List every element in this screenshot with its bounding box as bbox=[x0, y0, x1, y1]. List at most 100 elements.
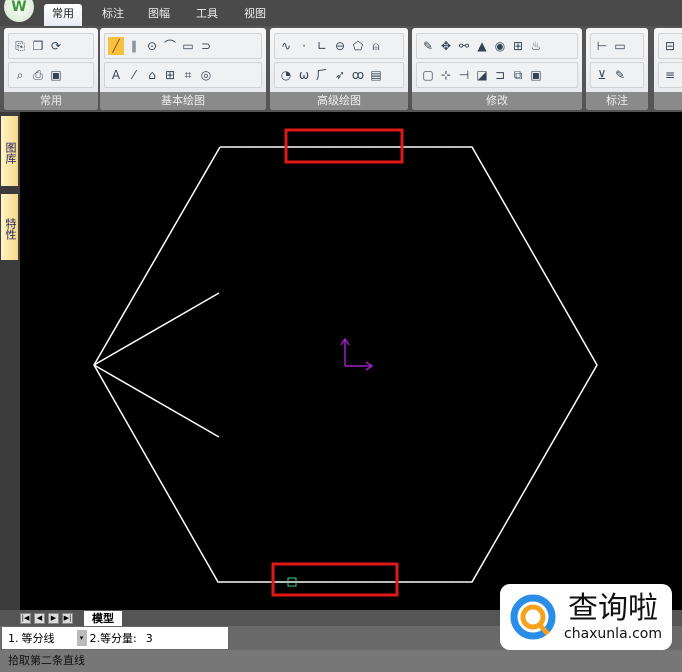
tool-icon[interactable]: ⊙ bbox=[144, 37, 160, 55]
tool-icon[interactable]: ▣ bbox=[48, 66, 64, 84]
tool-icon[interactable]: ⟳ bbox=[48, 37, 64, 55]
tool-icon[interactable]: ⌒ bbox=[162, 37, 178, 55]
tool-icon[interactable]: ◉ bbox=[492, 37, 508, 55]
ribbon-group-label bbox=[654, 92, 682, 110]
tool-icon[interactable]: ▣ bbox=[528, 66, 544, 84]
tool-icon[interactable]: ╱ bbox=[108, 37, 124, 55]
tool-icon[interactable]: ⧉ bbox=[510, 66, 526, 84]
tab-view[interactable]: 视图 bbox=[236, 4, 274, 26]
tool-icon[interactable]: ⊞ bbox=[510, 37, 526, 55]
tool-icon[interactable]: ⺁ bbox=[314, 66, 330, 84]
ucs-icon bbox=[340, 337, 374, 371]
watermark-url: chaxunla.com bbox=[564, 626, 662, 642]
side-tab-library[interactable]: 图库 bbox=[1, 116, 18, 186]
drawing bbox=[93, 128, 598, 597]
ribbon-group-label: 标注 bbox=[586, 92, 648, 110]
tool-icon[interactable]: ▤ bbox=[368, 66, 384, 84]
tab-model[interactable]: 模型 bbox=[84, 611, 122, 626]
side-tab-label: 图库 bbox=[4, 142, 17, 164]
title-bar: W 常用 标注 图幅 工具 视图 bbox=[0, 0, 682, 26]
tool-icon[interactable]: ≡ bbox=[662, 66, 678, 84]
side-panel: 图库 特性 bbox=[0, 112, 20, 610]
tool-icon[interactable]: ▭ bbox=[612, 37, 628, 55]
tool-icon[interactable]: ⊻ bbox=[594, 66, 610, 84]
tool-icon[interactable]: ⍝ bbox=[368, 37, 384, 55]
tool-icon[interactable]: ⎙ bbox=[30, 66, 46, 84]
tool-icon[interactable]: ⊖ bbox=[332, 37, 348, 55]
tool-icon[interactable]: ⊃ bbox=[198, 37, 214, 55]
option1-select[interactable]: 等分线 bbox=[22, 630, 74, 646]
tool-icon[interactable]: ∿ bbox=[278, 37, 294, 55]
ribbon-row: ✎ ✥ ⚯ ▲ ◉ ⊞ ♨ bbox=[416, 33, 578, 59]
ribbon-row: ≡ bbox=[658, 62, 682, 88]
tool-icon[interactable]: ⚯ bbox=[456, 37, 472, 55]
tool-icon[interactable]: ◪ bbox=[474, 66, 490, 84]
ribbon-group: ∿ · ∟ ⊖ ⬠ ⍝ ◔ ω ⺁ ➶ ꝏ ▤ 高级绘图 bbox=[270, 28, 408, 110]
ribbon-group: ╱ ∥ ⊙ ⌒ ▭ ⊃ A ⁄ ⌂ ⊞ ⌗ ◎ 基本绘图 bbox=[100, 28, 266, 110]
tool-icon[interactable]: ⬠ bbox=[350, 37, 366, 55]
option1-number: 1. bbox=[8, 631, 19, 645]
tool-icon[interactable]: ⊢ bbox=[594, 37, 610, 55]
divide-line-2 bbox=[93, 364, 220, 438]
ribbon-group-label: 高级绘图 bbox=[270, 92, 408, 110]
tool-icon[interactable]: ⌗ bbox=[180, 66, 196, 84]
tool-icon[interactable]: ⊞ bbox=[162, 66, 178, 84]
watermark: 查询啦 chaxunla.com bbox=[500, 584, 672, 650]
tool-icon[interactable]: ⎘ bbox=[12, 37, 28, 55]
tool-icon[interactable]: A bbox=[108, 66, 124, 84]
tool-icon[interactable]: ✎ bbox=[420, 37, 436, 55]
tool-icon[interactable]: ⊟ bbox=[662, 37, 678, 55]
next-tab-button[interactable]: ▶ bbox=[48, 613, 59, 624]
tool-icon[interactable]: ⌂ bbox=[144, 66, 160, 84]
tool-icon[interactable]: ∟ bbox=[314, 37, 330, 55]
tool-icon[interactable]: ∥ bbox=[126, 37, 142, 55]
drawing-canvas[interactable] bbox=[20, 112, 682, 610]
tool-icon[interactable]: ω bbox=[296, 66, 312, 84]
tool-icon[interactable]: ◔ bbox=[278, 66, 294, 84]
last-tab-button[interactable]: ▶| bbox=[62, 613, 73, 624]
tab-common[interactable]: 常用 bbox=[44, 4, 82, 26]
tool-icon[interactable]: ➶ bbox=[332, 66, 348, 84]
tool-icon[interactable]: ▢ bbox=[420, 66, 436, 84]
tool-icon[interactable]: ⊣ bbox=[456, 66, 472, 84]
ribbon-row: ◔ ω ⺁ ➶ ꝏ ▤ bbox=[274, 62, 404, 88]
tool-icon[interactable]: ꝏ bbox=[350, 66, 366, 84]
tool-icon[interactable]: ⁄ bbox=[126, 66, 142, 84]
tool-icon[interactable]: ✎ bbox=[612, 66, 628, 84]
watermark-logo-icon bbox=[510, 594, 556, 640]
ribbon-group-label: 常用 bbox=[4, 92, 98, 110]
tool-icon[interactable]: ✥ bbox=[438, 37, 454, 55]
side-tab-properties[interactable]: 特性 bbox=[1, 194, 18, 260]
status-bar: 拾取第二条直线 bbox=[0, 650, 682, 672]
ribbon-row: ╱ ∥ ⊙ ⌒ ▭ ⊃ bbox=[104, 33, 262, 59]
tab-tools[interactable]: 工具 bbox=[188, 4, 226, 26]
ribbon-row: A ⁄ ⌂ ⊞ ⌗ ◎ bbox=[104, 62, 262, 88]
ribbon-group-label: 基本绘图 bbox=[100, 92, 266, 110]
first-tab-button[interactable]: |◀ bbox=[20, 613, 31, 624]
option2-input[interactable]: 3 bbox=[146, 632, 153, 645]
tab-frame[interactable]: 图幅 bbox=[140, 4, 178, 26]
tool-icon[interactable]: ⊹ bbox=[438, 66, 454, 84]
prev-tab-button[interactable]: ◀ bbox=[34, 613, 45, 624]
ribbon-row: ⊻ ✎ bbox=[590, 62, 644, 88]
tool-icon[interactable]: ▲ bbox=[474, 37, 490, 55]
ribbon: ⎘ ❐ ⟳ ⌕ ⎙ ▣ 常用 ╱ ∥ ⊙ ⌒ ▭ ⊃ A ⁄ ⌂ ⊞ ⌗ ◎ 基本绘图 ∿ · ∟ ⊖ ⬠ ⍝ ◔ ω ⺁ ➶ ꝏ ▤ 高级绘图… bbox=[0, 26, 682, 112]
tool-icon[interactable]: · bbox=[296, 37, 312, 55]
ribbon-row: ▢ ⊹ ⊣ ◪ ⊐ ⧉ ▣ bbox=[416, 62, 578, 88]
highlight-box-top bbox=[284, 128, 404, 164]
app-logo[interactable]: W bbox=[4, 0, 34, 22]
tab-dimension[interactable]: 标注 bbox=[94, 4, 132, 26]
divide-line-1 bbox=[93, 292, 220, 366]
tool-icon[interactable]: ♨ bbox=[528, 37, 544, 55]
tool-icon[interactable]: ⊐ bbox=[492, 66, 508, 84]
tool-icon[interactable]: ⌕ bbox=[12, 66, 28, 84]
tool-icon[interactable]: ◎ bbox=[198, 66, 214, 84]
ribbon-row: ⊟ bbox=[658, 33, 682, 59]
ribbon-group: ⎘ ❐ ⟳ ⌕ ⎙ ▣ 常用 bbox=[4, 28, 98, 110]
chevron-down-icon[interactable]: ▾ bbox=[76, 630, 87, 646]
ribbon-group: ✎ ✥ ⚯ ▲ ◉ ⊞ ♨ ▢ ⊹ ⊣ ◪ ⊐ ⧉ ▣ 修改 bbox=[412, 28, 582, 110]
tool-icon[interactable]: ▭ bbox=[180, 37, 196, 55]
watermark-title: 查询啦 bbox=[568, 591, 658, 626]
tool-icon[interactable]: ❐ bbox=[30, 37, 46, 55]
ribbon-group: ⊟ ≡ bbox=[654, 28, 682, 110]
